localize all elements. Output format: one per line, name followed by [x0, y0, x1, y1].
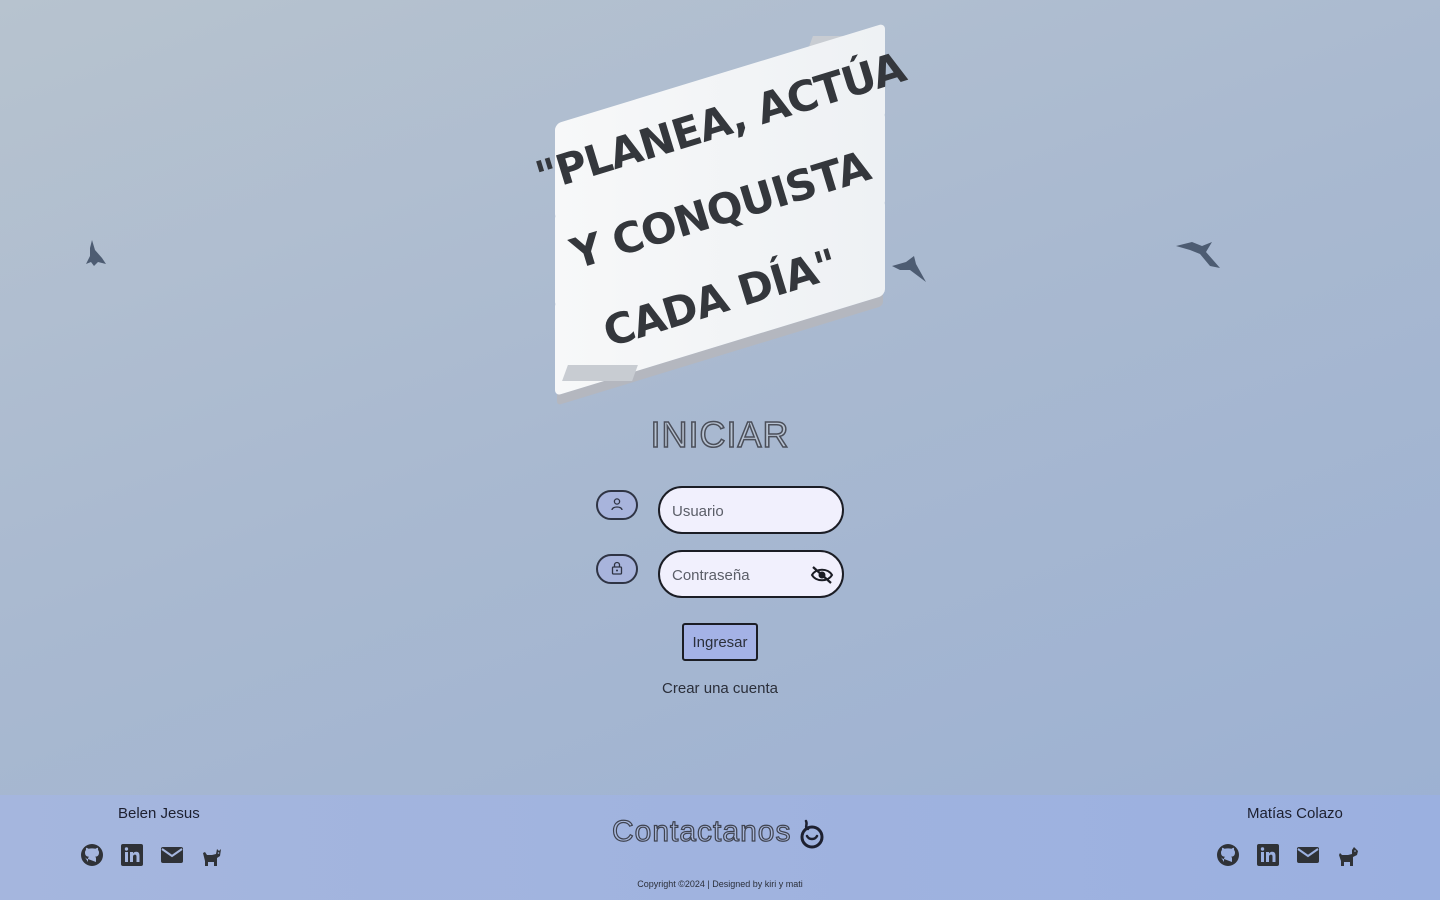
motto-banner: "PLANEA, ACTÚA Y CONQUISTA CADA DÍA" — [530, 23, 910, 396]
github-icon[interactable] — [1216, 843, 1240, 867]
register-link[interactable]: Crear una cuenta — [0, 680, 1440, 697]
password-field[interactable] — [658, 550, 844, 598]
mail-icon[interactable] — [160, 843, 184, 867]
author-left-socials — [80, 843, 224, 867]
author-right-name: Matías Colazo — [1247, 805, 1343, 822]
lock-icon — [610, 560, 624, 579]
form-title: INICIAR — [650, 413, 790, 456]
mail-icon[interactable] — [1296, 843, 1320, 867]
copyright-text: Copyright ©2024 | Designed by kiri y mat… — [637, 879, 803, 889]
login-button[interactable]: Ingresar — [682, 623, 758, 661]
author-left-name: Belen Jesus — [118, 805, 200, 822]
user-icon — [610, 496, 624, 515]
bird-center-icon — [892, 256, 928, 284]
smile-icon — [798, 819, 826, 853]
username-input[interactable] — [670, 488, 814, 534]
github-icon[interactable] — [80, 843, 104, 867]
linkedin-icon[interactable] — [120, 843, 144, 867]
lock-icon-pill — [596, 554, 638, 584]
footer: Belen Jesus Contactanos Matías Colazo Co… — [0, 795, 1440, 900]
user-icon-pill — [596, 490, 638, 520]
pet-icon[interactable] — [1336, 843, 1360, 867]
bird-right-icon — [1176, 240, 1222, 272]
bird-left-icon — [82, 238, 108, 268]
pet-icon[interactable] — [200, 843, 224, 867]
username-field[interactable] — [658, 486, 844, 534]
eye-off-icon[interactable] — [810, 565, 834, 589]
linkedin-icon[interactable] — [1256, 843, 1280, 867]
author-right-socials — [1216, 843, 1360, 867]
banner-fold-bottom — [562, 365, 638, 381]
contact-title: Contactanos — [611, 814, 792, 848]
password-input[interactable] — [670, 552, 814, 598]
